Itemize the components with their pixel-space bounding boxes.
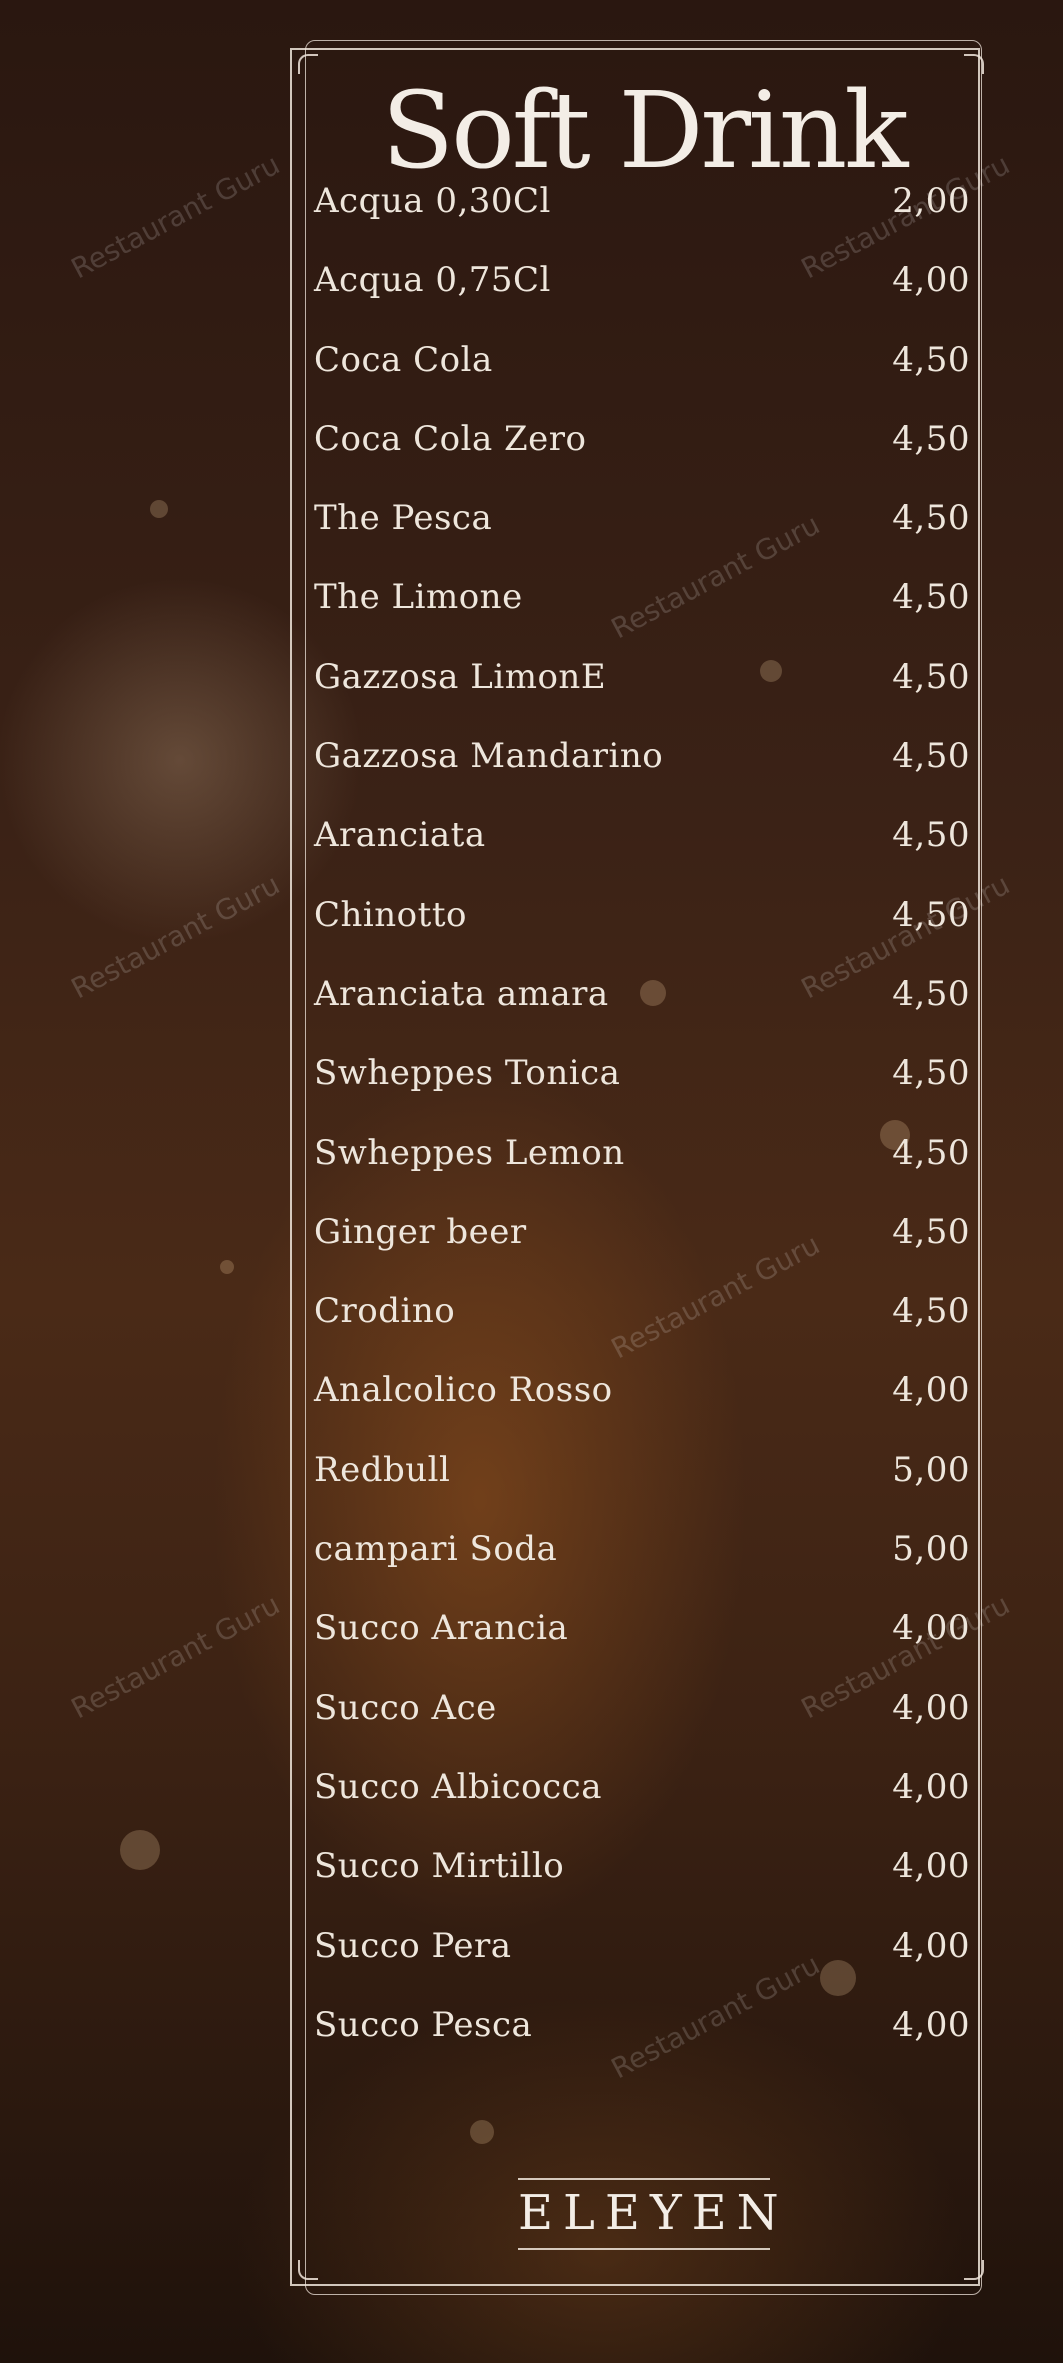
- watermark-text: Restaurant Guru: [65, 867, 286, 1006]
- item-price: 4,00: [892, 2004, 970, 2045]
- item-name: The Limone: [314, 577, 523, 618]
- item-price: 4,50: [892, 1132, 970, 1173]
- bokeh-light: [120, 1830, 160, 1870]
- item-name: Succo Pesca: [314, 2004, 533, 2045]
- item-name: Succo Mirtillo: [314, 1846, 565, 1887]
- item-price: 4,50: [892, 498, 970, 539]
- frame-corner-ornament: [964, 54, 984, 74]
- item-name: Gazzosa Mandarino: [314, 736, 664, 777]
- item-price: 4,00: [892, 1925, 970, 1966]
- item-name: Acqua 0,30Cl: [314, 181, 551, 221]
- item-name: The Pesca: [314, 498, 493, 539]
- item-price: 4,00: [892, 1766, 970, 1807]
- item-price: 4,50: [892, 418, 970, 459]
- watermark-text: Restaurant Guru: [65, 147, 286, 286]
- item-name: Succo Pera: [314, 1925, 512, 1966]
- item-price: 4,50: [892, 973, 970, 1014]
- item-price: 4,50: [892, 894, 970, 935]
- item-price: 4,00: [892, 1370, 970, 1411]
- item-name: Succo Albicocca: [314, 1766, 602, 1807]
- item-name: Analcolico Rosso: [314, 1370, 613, 1411]
- item-name: campari Soda: [314, 1529, 558, 1570]
- watermark-text: Restaurant Guru: [65, 1587, 286, 1726]
- menu-item: Succo Pesca 4,00: [314, 2005, 970, 2105]
- item-name: Acqua 0,75Cl: [314, 260, 551, 301]
- item-price: 4,50: [892, 1053, 970, 1094]
- item-name: Ginger beer: [314, 1211, 527, 1252]
- item-price: 4,50: [892, 736, 970, 777]
- item-price: 4,50: [892, 339, 970, 380]
- item-price: 4,00: [892, 260, 970, 301]
- item-name: Succo Arancia: [314, 1608, 569, 1649]
- item-name: Swheppes Lemon: [314, 1132, 625, 1173]
- item-name: Aranciata amara: [314, 973, 609, 1014]
- restaurant-logo: ELEYEN: [518, 2178, 779, 2250]
- item-price: 2,00: [892, 181, 970, 221]
- item-name: Swheppes Tonica: [314, 1053, 621, 1094]
- bokeh-light: [220, 1260, 234, 1274]
- bokeh-light: [150, 500, 168, 518]
- item-name: Succo Ace: [314, 1687, 497, 1728]
- item-price: 4,00: [892, 1846, 970, 1887]
- frame-corner-ornament: [298, 2260, 318, 2280]
- frame-corner-ornament: [964, 2260, 984, 2280]
- drink-menu-list: Acqua 0,30Cl 2,00 Acqua 0,75Cl 4,00 Coca…: [314, 181, 970, 2105]
- item-name: Aranciata: [314, 815, 486, 856]
- item-price: 5,00: [892, 1529, 970, 1570]
- item-price: 4,00: [892, 1608, 970, 1649]
- item-price: 4,50: [892, 656, 970, 697]
- item-name: Gazzosa LimonE: [314, 656, 607, 697]
- item-price: 5,00: [892, 1449, 970, 1490]
- item-name: Crodino: [314, 1291, 456, 1332]
- item-price: 4,50: [892, 1211, 970, 1252]
- item-name: Coca Cola: [314, 339, 493, 380]
- item-price: 4,50: [892, 1291, 970, 1332]
- item-name: Redbull: [314, 1449, 451, 1490]
- item-name: Coca Cola Zero: [314, 418, 587, 459]
- frame-corner-ornament: [298, 54, 318, 74]
- item-price: 4,00: [892, 1687, 970, 1728]
- item-name: Chinotto: [314, 894, 467, 935]
- item-price: 4,50: [892, 815, 970, 856]
- item-price: 4,50: [892, 577, 970, 618]
